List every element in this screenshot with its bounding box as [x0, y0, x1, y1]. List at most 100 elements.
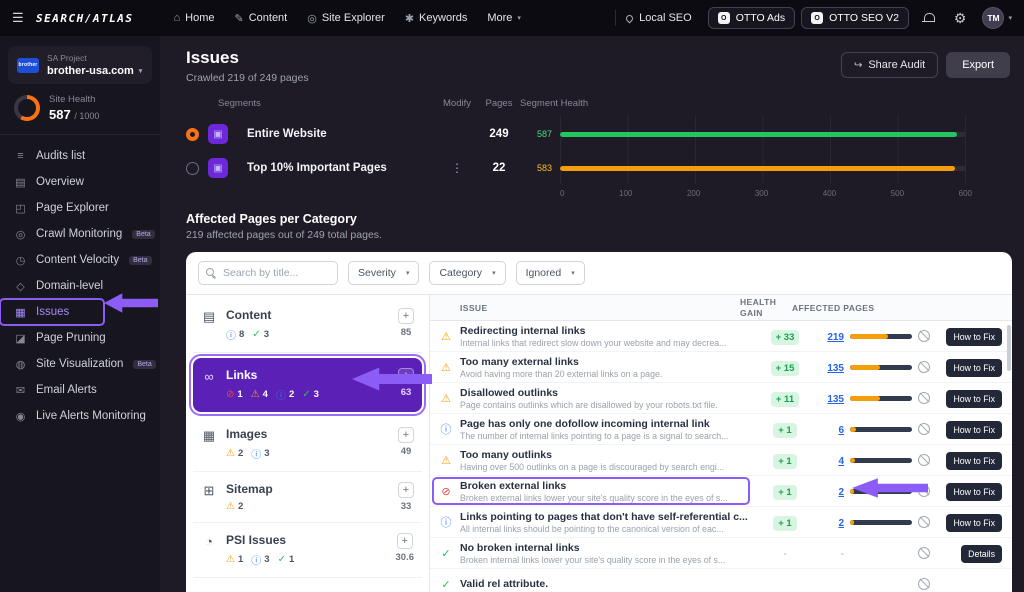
project-name: brother-usa.com: [47, 65, 134, 77]
ignore-icon[interactable]: [918, 361, 930, 373]
affected-pages-bar: [850, 334, 912, 339]
sidebar-item-crawl-monitoring[interactable]: ◎Crawl MonitoringBeta: [0, 221, 160, 247]
issue-title: Page has only one dofollow incoming inte…: [460, 418, 756, 430]
severity-stat-info: ⓘ3: [251, 446, 269, 461]
severity-stat-ok: ✓1: [278, 552, 295, 567]
ignore-icon[interactable]: [918, 578, 930, 590]
affected-pages-cell: 135: [814, 389, 844, 407]
how-to-fix-button[interactable]: How to Fix: [946, 514, 1002, 532]
expand-plus-button[interactable]: +: [398, 308, 414, 324]
content-icon: ✎: [234, 12, 243, 25]
sidebar-item-audits-list[interactable]: ≡Audits list: [0, 143, 160, 169]
ignore-icon[interactable]: [918, 485, 930, 497]
search-input[interactable]: [198, 261, 338, 285]
expand-plus-button[interactable]: +: [398, 427, 414, 443]
project-selector[interactable]: brother SA Project brother-usa.com ▾: [8, 46, 152, 84]
email-alerts-icon: ✉: [14, 384, 27, 397]
sidebar-item-issues[interactable]: ▦Issues: [0, 299, 104, 325]
table-scrollbar-thumb[interactable]: [1007, 325, 1011, 371]
site-health-widget: Site Health 587 / 1000: [0, 84, 160, 135]
otto-ads-button[interactable]: O OTTO Ads: [708, 7, 795, 29]
category-count-block: +33: [398, 482, 414, 512]
affected-pages-link[interactable]: 219: [827, 332, 844, 343]
segments-column-header: Segments: [208, 98, 436, 109]
issue-title: Valid rel attribute.: [460, 578, 756, 590]
affected-pages-link[interactable]: 2: [838, 518, 844, 529]
ignored-filter-dropdown[interactable]: Ignored ▾: [516, 261, 585, 285]
sidebar-item-label: Live Alerts Monitoring: [36, 410, 146, 422]
category-name: Links: [226, 368, 319, 382]
how-to-fix-button[interactable]: How to Fix: [946, 452, 1002, 470]
issue-title: Too many outlinks: [460, 449, 756, 461]
ignore-icon[interactable]: [918, 330, 930, 342]
user-menu[interactable]: TM ▾: [982, 7, 1012, 29]
nav-item-more[interactable]: More▾: [477, 12, 531, 24]
category-images[interactable]: ▦Images⚠2ⓘ3+49: [193, 417, 422, 472]
overview-icon: ▤: [14, 176, 27, 189]
category-sitemap[interactable]: ⊞Sitemap⚠2+33: [193, 472, 422, 523]
share-audit-button[interactable]: ↪ Share Audit: [841, 52, 938, 78]
segment-modify-button[interactable]: ⋮: [436, 161, 478, 175]
category-links[interactable]: ∞Links⊘1⚠4ⓘ2✓3+63: [193, 358, 422, 412]
action-cell: How to Fix: [936, 327, 1002, 346]
sidebar-item-content-velocity[interactable]: ◷Content VelocityBeta: [0, 247, 160, 273]
axis-label: 300: [755, 189, 768, 198]
sidebar-item-domain-level[interactable]: ◇Domain-level: [0, 273, 160, 299]
expand-plus-button[interactable]: +: [398, 368, 414, 384]
affected-pages-link[interactable]: 2: [838, 487, 844, 498]
how-to-fix-button[interactable]: How to Fix: [946, 328, 1002, 346]
nav-item-keywords[interactable]: ✱Keywords: [395, 12, 478, 25]
export-button[interactable]: Export: [946, 52, 1010, 78]
otto-seo-v2-button[interactable]: O OTTO SEO V2: [801, 7, 909, 29]
notifications-bell-icon[interactable]: [922, 12, 935, 25]
axis-label: 200: [687, 189, 700, 198]
sidebar-item-live-alerts-monitoring[interactable]: ◉Live Alerts Monitoring: [0, 403, 160, 429]
segment-radio[interactable]: [186, 162, 199, 175]
category-content[interactable]: ▤Contentⓘ8✓3+85: [193, 298, 422, 353]
hamburger-menu-icon[interactable]: ☰: [12, 10, 30, 26]
ignore-icon[interactable]: [918, 547, 930, 559]
ignore-icon[interactable]: [918, 454, 930, 466]
sidebar-item-email-alerts[interactable]: ✉Email Alerts: [0, 377, 160, 403]
affected-pages-cell: -: [814, 544, 844, 562]
segment-health-column-header: Segment Health: [520, 98, 986, 109]
category-severity-stats: ⚠2: [226, 501, 273, 512]
affected-pages-link[interactable]: 135: [827, 363, 844, 374]
category-filter-dropdown[interactable]: Category ▾: [429, 261, 505, 285]
details-button[interactable]: Details: [961, 545, 1002, 563]
expand-plus-button[interactable]: +: [398, 482, 414, 498]
severity-count: 3: [264, 448, 269, 459]
ignore-icon[interactable]: [918, 392, 930, 404]
how-to-fix-button[interactable]: How to Fix: [946, 421, 1002, 439]
sidebar-item-site-visualization[interactable]: ◍Site VisualizationBeta: [0, 351, 160, 377]
affected-pages-link[interactable]: 6: [838, 425, 844, 436]
issues-icon: ▦: [14, 306, 27, 319]
expand-plus-button[interactable]: +: [397, 533, 413, 549]
segment-radio[interactable]: [186, 128, 199, 141]
nav-item-home[interactable]: ⌂Home: [163, 12, 224, 24]
nav-item-site-explorer[interactable]: ◎Site Explorer: [297, 12, 395, 25]
how-to-fix-button[interactable]: How to Fix: [946, 483, 1002, 501]
header-buttons: ↪ Share Audit Export: [841, 52, 1010, 78]
severity-filter-dropdown[interactable]: Severity ▾: [348, 261, 419, 285]
share-icon: ↪: [854, 60, 862, 71]
ignore-icon[interactable]: [918, 423, 930, 435]
how-to-fix-button[interactable]: How to Fix: [946, 359, 1002, 377]
sidebar-item-overview[interactable]: ▤Overview: [0, 169, 160, 195]
how-to-fix-button[interactable]: How to Fix: [946, 390, 1002, 408]
affected-pages-bar-cell: [850, 334, 912, 339]
sidebar-item-page-pruning[interactable]: ◪Page Pruning: [0, 325, 160, 351]
nav-item-content[interactable]: ✎Content: [224, 12, 297, 25]
affected-pages-link[interactable]: 4: [838, 456, 844, 467]
issue-text: Page has only one dofollow incoming inte…: [460, 418, 756, 441]
health-gain-badge: + 1: [773, 485, 796, 500]
local-seo-link[interactable]: Local SEO: [626, 12, 692, 24]
beta-badge: Beta: [129, 256, 151, 265]
category-psi-issues[interactable]: ◔PSI Issues⚠1ⓘ3✓1+30.6: [193, 523, 422, 578]
sidebar-item-page-explorer[interactable]: ◰Page Explorer: [0, 195, 160, 221]
settings-gear-icon[interactable]: ⚙: [954, 10, 967, 27]
project-name-row: brother-usa.com ▾: [47, 65, 142, 77]
issue-description: All internal links should be pointing to…: [460, 524, 756, 534]
affected-pages-link[interactable]: 135: [827, 394, 844, 405]
ignore-icon[interactable]: [918, 516, 930, 528]
